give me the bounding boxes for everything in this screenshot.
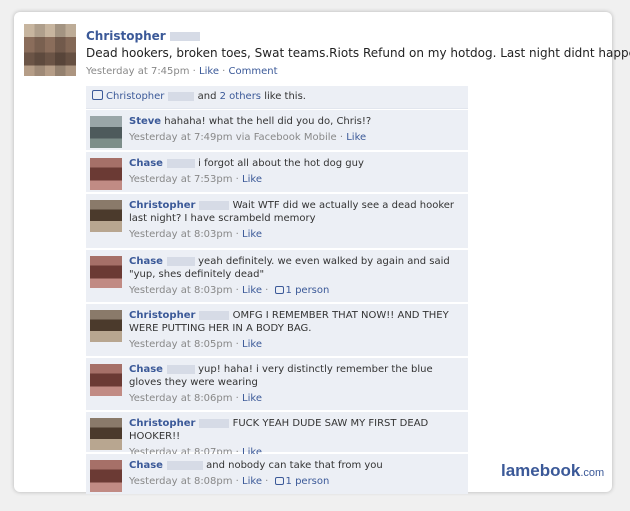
comment-button[interactable]: Comment [229, 66, 278, 77]
likes-summary: Christopher and 2 others like this. [86, 86, 468, 109]
watermark-logo: lamebook.com [501, 461, 605, 480]
comment-like-button[interactable]: Like [242, 339, 262, 350]
comment-text: i forgot all about the hot dog guy [198, 158, 364, 169]
commenter-avatar[interactable] [90, 364, 122, 396]
comment-author[interactable]: Chase [129, 364, 163, 375]
likes-suffix: like this. [264, 91, 306, 102]
comment-meta: Yesterday at 8:03pm · Like [129, 229, 262, 240]
comment-like-button[interactable]: Like [242, 285, 262, 296]
comment-meta: Yesterday at 7:53pm · Like [129, 174, 262, 185]
redacted-surname [166, 460, 203, 470]
redacted-surname [199, 418, 230, 428]
comment-like-button[interactable]: Like [242, 229, 262, 240]
comment-meta: Yesterday at 8:08pm · Like · 1 person [129, 476, 330, 487]
commenter-avatar[interactable] [90, 116, 122, 148]
post-text: Dead hookers, broken toes, Swat teams.Ri… [86, 46, 630, 60]
comment-time[interactable]: Yesterday at 7:53pm [129, 174, 233, 185]
thumbs-up-icon [274, 286, 284, 294]
comment-like-button[interactable]: Like [242, 393, 262, 404]
comment: Chase and nobody can take that from you Y… [86, 454, 468, 494]
comment-author[interactable]: Christopher [129, 200, 195, 211]
redacted-surname [166, 158, 195, 168]
post-author-name[interactable]: Christopher [86, 29, 166, 43]
comment-time[interactable]: Yesterday at 8:03pm [129, 285, 233, 296]
comment-list: Steve hahaha! what the hell did you do, … [86, 110, 468, 496]
comment-author[interactable]: Christopher [129, 310, 195, 321]
comment-meta: Yesterday at 8:05pm · Like [129, 339, 262, 350]
commenter-avatar[interactable] [90, 256, 122, 288]
comment-meta: Yesterday at 8:03pm · Like · 1 person [129, 285, 330, 296]
comment-meta: Yesterday at 8:06pm · Like [129, 393, 262, 404]
like-button[interactable]: Like [199, 66, 219, 77]
comment-author[interactable]: Chase [129, 256, 163, 267]
comment-meta: Yesterday at 7:49pm via Facebook Mobile … [129, 132, 367, 143]
post-author[interactable]: Christopher [86, 29, 200, 43]
commenter-avatar[interactable] [90, 418, 122, 450]
comment-time[interactable]: Yesterday at 7:49pm [129, 132, 233, 143]
redacted-surname [169, 32, 200, 41]
comment-likes-count[interactable]: 1 person [286, 476, 330, 487]
comment-author[interactable]: Chase [129, 158, 163, 169]
comment-time[interactable]: Yesterday at 8:08pm [129, 476, 233, 487]
likes-others-link[interactable]: 2 others [220, 91, 261, 102]
redacted-surname [168, 91, 195, 101]
post-meta: Yesterday at 7:45pm · Like · Comment [86, 66, 278, 77]
comment-time[interactable]: Yesterday at 8:03pm [129, 229, 233, 240]
comment: Chase yup! haha! i very distinctly remem… [86, 358, 468, 410]
thumbs-up-icon [274, 477, 284, 485]
thumbs-up-icon [92, 90, 103, 100]
comment-likes-count[interactable]: 1 person [286, 285, 330, 296]
comment-author[interactable]: Chase [129, 460, 163, 471]
comment: Christopher FUCK YEAH DUDE SAW MY FIRST … [86, 412, 468, 458]
redacted-surname [199, 200, 230, 210]
comment-like-button[interactable]: Like [242, 174, 262, 185]
commenter-avatar[interactable] [90, 460, 122, 492]
comment-author[interactable]: Christopher [129, 418, 195, 429]
redacted-surname [166, 364, 195, 374]
comment-like-button[interactable]: Like [346, 132, 366, 143]
liker-name[interactable]: Christopher [106, 91, 164, 102]
post-time[interactable]: Yesterday at 7:45pm [86, 66, 190, 77]
comment-text: and nobody can take that from you [206, 460, 383, 471]
likes-and: and [197, 91, 217, 102]
author-avatar[interactable] [24, 24, 76, 76]
commenter-avatar[interactable] [90, 310, 122, 342]
comment-like-button[interactable]: Like [242, 476, 262, 487]
redacted-surname [199, 310, 230, 320]
commenter-avatar[interactable] [90, 200, 122, 232]
comment-time[interactable]: Yesterday at 8:06pm [129, 393, 233, 404]
commenter-avatar[interactable] [90, 158, 122, 190]
comment-author[interactable]: Steve [129, 116, 161, 127]
comment: Steve hahaha! what the hell did you do, … [86, 110, 468, 150]
comment: Christopher Wait WTF did we actually see… [86, 194, 468, 248]
comment: Christopher OMFG I REMEMBER THAT NOW!! A… [86, 304, 468, 356]
comment-via: via Facebook Mobile [235, 132, 337, 143]
comment-time[interactable]: Yesterday at 8:05pm [129, 339, 233, 350]
comment-text: hahaha! what the hell did you do, Chris!… [164, 116, 372, 127]
comment: Chase i forgot all about the hot dog guy… [86, 152, 468, 192]
comment: Chase yeah definitely. we even walked by… [86, 250, 468, 302]
redacted-surname [166, 256, 195, 266]
